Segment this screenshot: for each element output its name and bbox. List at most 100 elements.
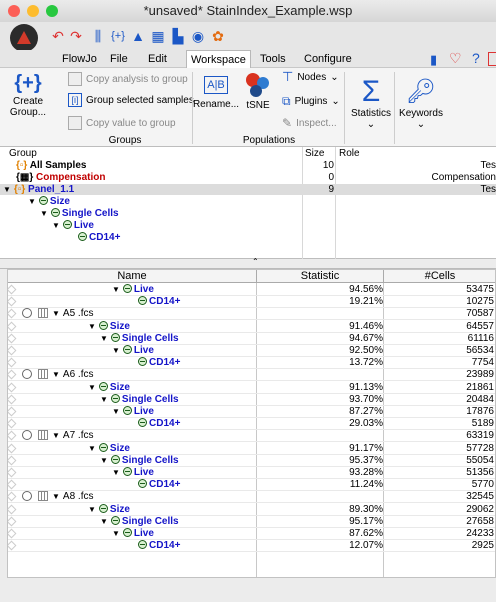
cell-count-value: 2925 — [471, 540, 494, 552]
tab-tools[interactable]: Tools — [256, 50, 290, 68]
population-row[interactable]: ▼ Size 89.30% 29062 — [8, 503, 495, 516]
gear-icon[interactable]: ✿ — [208, 26, 228, 46]
rename-button[interactable]: A|B Rename... — [193, 76, 239, 110]
population-row[interactable]: ▼ Size 91.13% 21861 — [8, 381, 495, 394]
group-row-selected[interactable]: ▼ {▫} Panel_1.1 9 Tes — [0, 184, 496, 195]
population-row[interactable]: CD14+ 13.72% 7754 — [8, 357, 495, 370]
undo-icon[interactable]: ↶ — [48, 26, 68, 46]
tab-file[interactable]: File — [106, 50, 132, 68]
statistic-value: 95.37% — [349, 454, 383, 466]
expand-triangle-icon[interactable]: ▼ — [88, 382, 96, 394]
radio-circle-icon[interactable] — [22, 308, 32, 319]
expand-triangle-icon[interactable]: ▼ — [100, 516, 108, 528]
expand-triangle-icon[interactable]: ▼ — [52, 369, 60, 381]
population-row[interactable]: ▼ Live 94.56% 53475 — [8, 284, 495, 296]
create-group-button[interactable]: {+} Create Group... — [6, 70, 50, 118]
expand-triangle-icon[interactable]: ▼ — [52, 491, 60, 503]
population-row[interactable]: ▼ Live 92.50% 56534 — [8, 345, 495, 357]
expand-triangle-icon[interactable]: ▼ — [88, 443, 96, 455]
expand-triangle-icon[interactable]: ▼ — [112, 467, 120, 479]
sample-row[interactable]: ▼ A7 .fcs 63319 — [8, 430, 495, 443]
group-row[interactable]: {▫} All Samples 10 Tes — [0, 160, 496, 171]
expand-triangle-icon[interactable]: ▼ — [100, 455, 108, 467]
row-marker-icon — [8, 333, 17, 344]
copy-analysis-button[interactable]: Copy analysis to group — [68, 70, 188, 88]
sample-row[interactable]: ▼ A5 .fcs 70587 — [8, 308, 495, 321]
refresh-icon[interactable]: ◉ — [188, 26, 208, 46]
expand-triangle-icon[interactable]: ▼ — [52, 430, 60, 442]
redo-icon[interactable]: ↷ — [66, 26, 86, 46]
histogram-icon[interactable]: ⫼ — [88, 26, 108, 46]
group-gate-row[interactable]: ▼ Live — [0, 220, 496, 231]
help-icon[interactable]: ? — [472, 50, 480, 66]
minimize-window-button[interactable] — [27, 5, 39, 17]
expand-triangle-icon[interactable]: ▼ — [100, 333, 108, 345]
splitter-handle-icon[interactable]: ⌃ — [252, 257, 259, 266]
population-row[interactable]: ▼ Size 91.17% 57728 — [8, 442, 495, 455]
sample-row[interactable]: ▼ A6 .fcs 23989 — [8, 369, 495, 382]
population-row[interactable]: ▼ Live 87.27% 17876 — [8, 406, 495, 418]
expand-triangle-icon[interactable]: ▼ — [88, 504, 96, 516]
expand-triangle-icon[interactable]: ▼ — [112, 528, 120, 540]
heart-icon[interactable]: ♡ — [449, 50, 462, 67]
row-marker-icon — [8, 516, 17, 527]
population-row[interactable]: ▼ Size 91.46% 64557 — [8, 320, 495, 333]
flowjo-logo-icon[interactable] — [10, 24, 38, 52]
group-icon[interactable]: {+} — [108, 26, 128, 46]
nodes-button[interactable]: ⊤ Nodes ⌄ — [282, 68, 339, 86]
ribbon-panel: {+} Create Group... Copy analysis to gro… — [0, 68, 496, 147]
column-header-name[interactable]: Name — [8, 270, 257, 283]
group-gate-row[interactable]: ▼ Single Cells — [0, 208, 496, 219]
sample-grid-icon — [38, 308, 48, 319]
group-icon: {▫} — [13, 184, 26, 195]
column-header-statistic[interactable]: Statistic — [257, 270, 384, 283]
expand-triangle-icon[interactable]: ▼ — [112, 345, 120, 357]
tab-configure[interactable]: Configure — [300, 50, 356, 68]
population-row[interactable]: CD14+ 12.07% 2925 — [8, 540, 495, 553]
close-window-button[interactable] — [8, 5, 20, 17]
population-row[interactable]: ▼ Single Cells 93.70% 20484 — [8, 393, 495, 406]
layout-icon[interactable]: ▙ — [168, 26, 188, 46]
pane-splitter[interactable]: ⌃ — [0, 257, 496, 269]
population-icon[interactable]: ▲ — [128, 26, 148, 46]
gate-icon — [110, 332, 120, 342]
cell-count-value: 57728 — [466, 442, 494, 454]
radio-circle-icon[interactable] — [22, 491, 32, 502]
keywords-button[interactable]: 🔑︎ Keywords ⌄ — [398, 76, 444, 130]
group-row[interactable]: {▦} Compensation 0 Compensation — [0, 172, 496, 183]
copy-value-button[interactable]: Copy value to group — [68, 114, 176, 132]
tab-workspace[interactable]: Workspace — [186, 50, 251, 68]
expand-triangle-icon[interactable]: ▼ — [112, 284, 120, 296]
group-selected-samples-button[interactable]: [i] Group selected samples — [68, 91, 194, 109]
group-gate-row[interactable]: CD14+ — [0, 232, 496, 243]
bookmark-icon[interactable]: ▮ — [430, 52, 437, 68]
population-row[interactable]: CD14+ 19.21% 10275 — [8, 296, 495, 309]
population-row[interactable]: ▼ Live 87.62% 24233 — [8, 528, 495, 540]
expand-triangle-icon[interactable]: ▼ — [88, 321, 96, 333]
tsne-button[interactable]: tSNE — [242, 70, 274, 111]
column-header-cells[interactable]: #Cells — [384, 270, 495, 283]
sample-row[interactable]: ▼ A8 .fcs 32545 — [8, 491, 495, 504]
inspect-button[interactable]: ✎ Inspect... — [282, 114, 337, 132]
population-row[interactable]: ▼ Single Cells 94.67% 61116 — [8, 332, 495, 345]
tab-edit[interactable]: Edit — [144, 50, 171, 68]
plugins-button[interactable]: ⧉ Plugins ⌄ — [282, 92, 340, 110]
population-name: Single Cells — [121, 393, 179, 405]
table-icon[interactable]: ▦ — [148, 26, 168, 46]
population-row[interactable]: ▼ Single Cells 95.17% 27658 — [8, 515, 495, 528]
group-gate-row[interactable]: ▼ Size — [0, 196, 496, 207]
expand-triangle-icon[interactable]: ▼ — [52, 308, 60, 320]
document-icon[interactable] — [488, 52, 496, 66]
expand-triangle-icon[interactable]: ▼ — [112, 406, 120, 418]
radio-circle-icon[interactable] — [22, 369, 32, 380]
radio-circle-icon[interactable] — [22, 430, 32, 441]
tab-flowjo[interactable]: FlowJo — [58, 50, 101, 68]
zoom-window-button[interactable] — [46, 5, 58, 17]
population-row[interactable]: CD14+ 11.24% 5770 — [8, 479, 495, 492]
population-row[interactable]: CD14+ 29.03% 5189 — [8, 418, 495, 431]
statistic-value: 94.56% — [349, 284, 383, 295]
population-row[interactable]: ▼ Single Cells 95.37% 55054 — [8, 454, 495, 467]
statistics-button[interactable]: Σ Statistics ⌄ — [350, 76, 392, 131]
population-row[interactable]: ▼ Live 93.28% 51356 — [8, 467, 495, 479]
expand-triangle-icon[interactable]: ▼ — [100, 394, 108, 406]
